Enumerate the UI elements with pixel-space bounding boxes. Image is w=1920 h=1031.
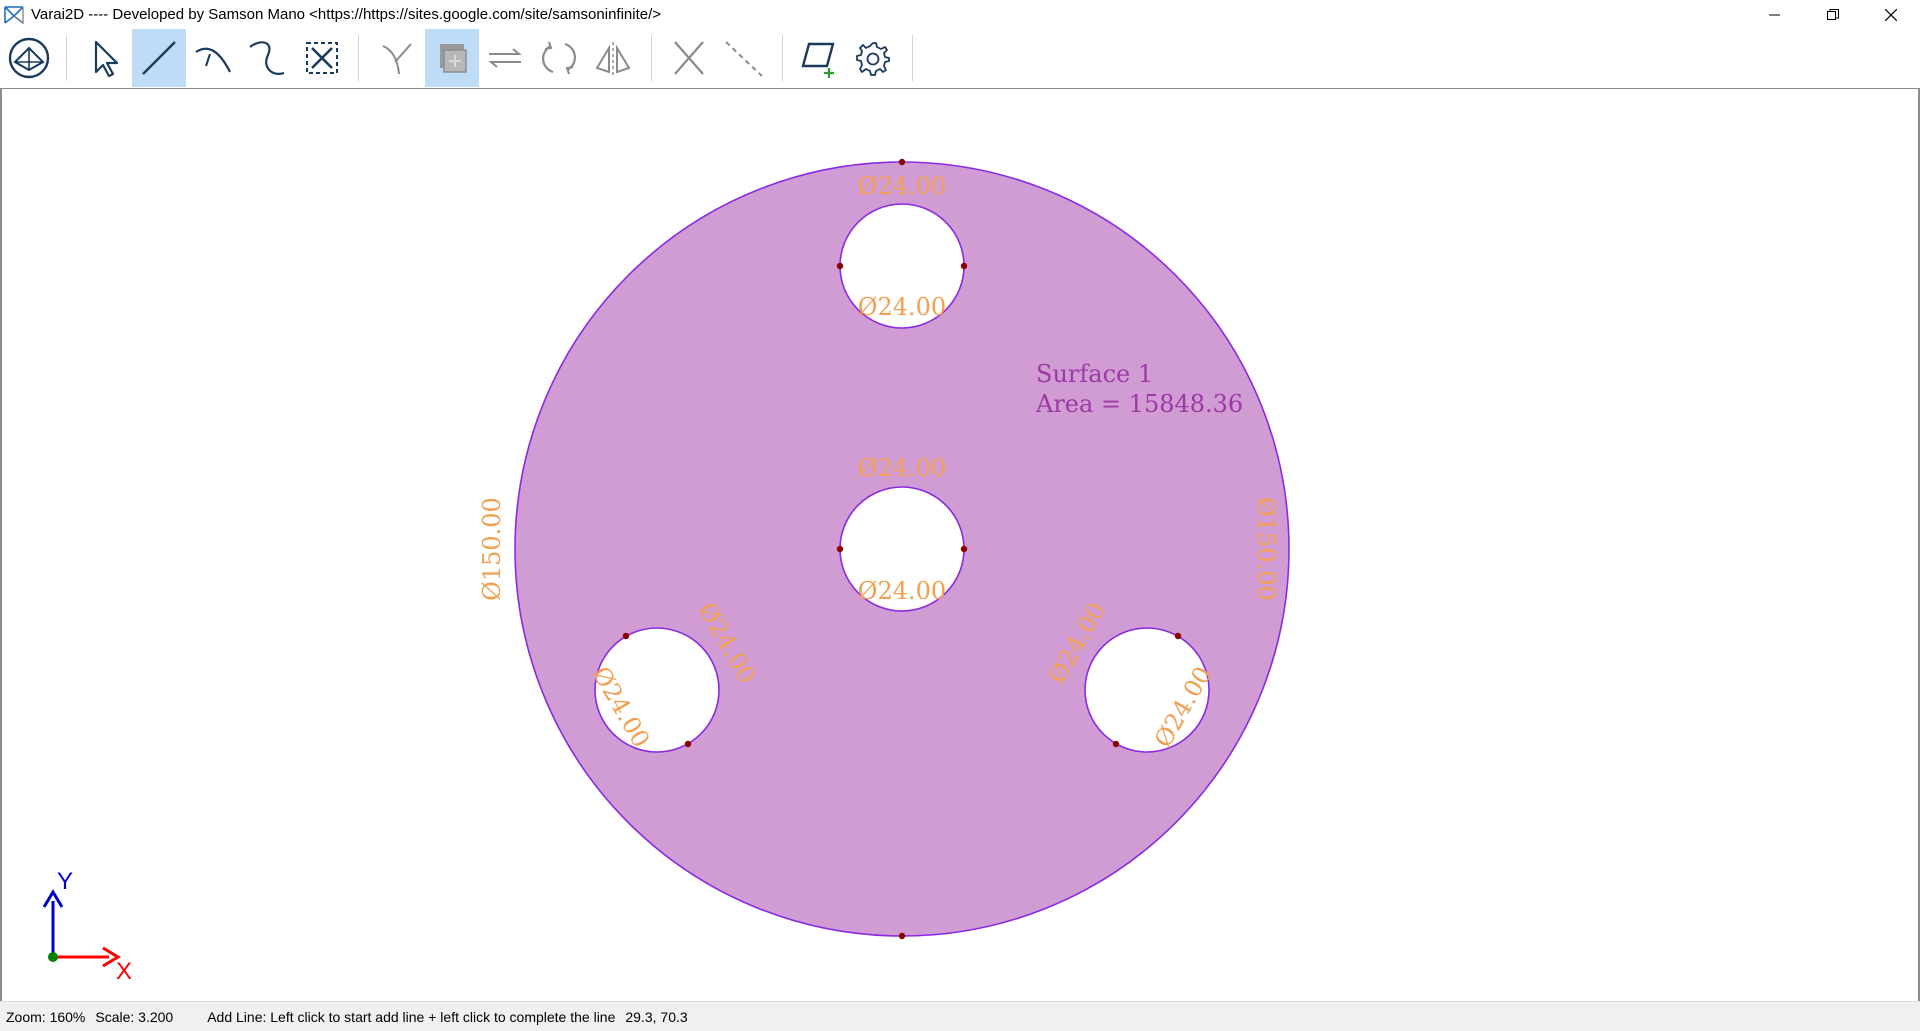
add-spline-tool-button[interactable] xyxy=(240,29,294,87)
settings-button[interactable] xyxy=(846,29,900,87)
translate-icon xyxy=(488,48,522,68)
home-view-icon xyxy=(8,37,50,79)
add-material-button[interactable] xyxy=(792,29,846,87)
construction-line-tool-button[interactable] xyxy=(717,29,771,87)
dimension-label: Ø150.00 xyxy=(478,497,506,601)
gear-icon xyxy=(856,42,890,76)
surface-icon xyxy=(440,44,467,73)
dimension-label: Ø24.00 xyxy=(858,172,946,200)
zoom-fit-icon xyxy=(306,42,338,74)
node[interactable] xyxy=(898,158,906,166)
node[interactable] xyxy=(622,632,630,640)
dimension-label: Ø24.00 xyxy=(858,293,946,321)
restore-icon xyxy=(1827,8,1839,20)
add-surface-tool-button[interactable] xyxy=(425,29,479,87)
mirror-tool-button[interactable] xyxy=(586,29,640,87)
add-material-icon xyxy=(801,42,835,78)
delete-icon xyxy=(674,41,704,75)
rotate-icon xyxy=(541,41,577,75)
surface-fill[interactable] xyxy=(515,162,1289,936)
status-bar: Zoom: 160% Scale: 3.200 Add Line: Left c… xyxy=(0,1001,1920,1031)
add-arc-tool-button[interactable] xyxy=(186,29,240,87)
minimize-icon xyxy=(1769,14,1780,15)
mirror-icon xyxy=(595,42,631,76)
dimension-label: Ø24.00 xyxy=(858,577,946,605)
dimension-label: Ø150.00 xyxy=(1252,497,1280,601)
window-title: Varai2D ---- Developed by Samson Mano <h… xyxy=(31,6,662,23)
line-icon xyxy=(142,41,176,75)
node[interactable] xyxy=(836,262,844,270)
app-logo-icon xyxy=(4,5,24,24)
cursor-coordinates: 29.3, 70.3 xyxy=(625,1008,688,1025)
surface-label: Surface 1 xyxy=(1036,360,1153,388)
node[interactable] xyxy=(1174,632,1182,640)
axis-x-label: X xyxy=(116,958,132,985)
dashed-line-icon xyxy=(725,41,763,77)
drawing-canvas[interactable]: Ø24.00 Ø24.00 Ø24.00 Ø24.00 Ø150.00 Ø150… xyxy=(0,89,1920,1001)
restore-button[interactable] xyxy=(1804,0,1862,29)
scale-status: Scale: 3.200 xyxy=(95,1008,174,1025)
toolbar xyxy=(0,29,1920,89)
home-view-button[interactable] xyxy=(2,29,56,87)
arc-icon xyxy=(195,47,231,73)
translate-tool-button[interactable] xyxy=(478,29,532,87)
window-controls xyxy=(1746,0,1920,29)
node[interactable] xyxy=(960,545,968,553)
command-status: Add Line: Left click to start add line +… xyxy=(207,1008,616,1025)
surface-area-label: Area = 15848.36 xyxy=(1035,390,1243,418)
minimize-button[interactable] xyxy=(1746,0,1804,29)
node[interactable] xyxy=(836,545,844,553)
select-tool-button[interactable] xyxy=(77,29,131,87)
node[interactable] xyxy=(898,932,906,940)
rotate-tool-button[interactable] xyxy=(532,29,586,87)
axis-triad: Y X xyxy=(42,868,132,985)
node[interactable] xyxy=(960,262,968,270)
trim-icon xyxy=(382,43,412,75)
spline-icon xyxy=(249,41,285,75)
node[interactable] xyxy=(1112,740,1120,748)
node[interactable] xyxy=(684,740,692,748)
fit-to-view-button[interactable] xyxy=(295,29,349,87)
delete-tool-button[interactable] xyxy=(662,29,716,87)
title-bar: Varai2D ---- Developed by Samson Mano <h… xyxy=(0,0,1920,29)
trim-tool-button[interactable] xyxy=(370,29,424,87)
pointer-icon xyxy=(94,40,119,78)
dimension-label: Ø24.00 xyxy=(858,454,946,482)
add-line-tool-button[interactable] xyxy=(132,29,186,87)
close-icon xyxy=(1885,8,1897,21)
zoom-status: Zoom: 160% xyxy=(6,1008,86,1025)
axis-y-label: Y xyxy=(57,868,73,895)
close-button[interactable] xyxy=(1862,0,1920,29)
